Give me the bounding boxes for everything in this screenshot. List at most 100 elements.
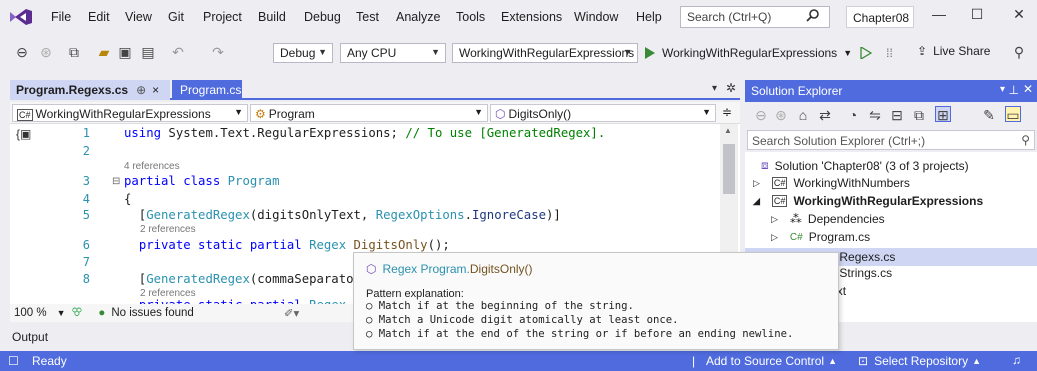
expand-arrow-icon[interactable]: ▷ — [771, 214, 778, 225]
start-without-debugging-icon[interactable] — [860, 47, 873, 59]
notifications-bell-icon[interactable]: ♫ — [1012, 353, 1021, 367]
minimize-icon[interactable]: — — [925, 6, 953, 26]
chevron-up-icon: ▲ — [972, 356, 982, 366]
save-all-icon[interactable]: ▤ — [140, 44, 156, 60]
menu-bar: File Edit View Git Project Build Debug T… — [0, 0, 1037, 34]
solution-explorer-header: Solution Explorer ▾ ⊥ ✕ — [745, 80, 1037, 102]
platform-value: Any CPU — [347, 46, 397, 60]
chevron-down-icon[interactable]: ▼ — [57, 308, 66, 318]
tree-item-workingwithregularexpressions[interactable]: ◢ C# WorkingWithRegularExpressions — [753, 194, 983, 208]
menu-file[interactable]: File — [51, 10, 71, 24]
solution-explorer-search-input[interactable]: Search Solution Explorer (Ctrl+;) ⚲ — [747, 130, 1035, 150]
new-project-icon[interactable]: ⧉ — [66, 44, 82, 60]
menu-project[interactable]: Project — [203, 10, 242, 24]
close-window-icon[interactable]: ✕ — [1005, 6, 1033, 26]
menu-edit[interactable]: Edit — [88, 10, 110, 24]
menu-tools[interactable]: Tools — [456, 10, 485, 24]
project-nav-select[interactable]: C# WorkingWithRegularExpressions ▼ — [12, 104, 248, 122]
menu-build[interactable]: Build — [258, 10, 286, 24]
sync-icon[interactable]: ⇋ — [867, 107, 883, 123]
menu-debug[interactable]: Debug — [304, 10, 341, 24]
select-repository-button[interactable]: ⊡ Select Repository ▲ — [858, 354, 981, 368]
live-share-button[interactable]: ⇪ Live Share — [917, 44, 990, 58]
tab-program[interactable]: Program.cs — [172, 80, 242, 100]
tree-item-program-cs[interactable]: ▷ C# Program.cs — [771, 230, 870, 244]
tab-program-regexs[interactable]: Program.Regexs.cs ⊕ × — [10, 80, 170, 100]
collapse-arrow-icon[interactable]: ◢ — [753, 196, 760, 207]
tooltip-explanation-line: ○ Match if at the end of the string or i… — [366, 328, 794, 340]
back-icon[interactable]: ⊖ — [14, 44, 30, 60]
tooltip-explanation-line: ○ Match if at the beginning of the strin… — [366, 300, 634, 312]
zoom-level[interactable]: 100 % — [14, 307, 47, 319]
collapse-all-icon[interactable]: ⊟ — [889, 107, 905, 123]
scroll-up-icon[interactable]: ▲ — [724, 126, 732, 135]
method-icon: ⬡ — [366, 262, 377, 276]
menu-git[interactable]: Git — [168, 10, 184, 24]
pin-icon[interactable]: ⊕ — [136, 83, 146, 97]
tree-item-dependencies[interactable]: ▷ ⁂ Dependencies — [771, 212, 885, 226]
line-number: 4 — [82, 192, 90, 206]
copilot-icon[interactable]: ꕢ — [72, 307, 83, 320]
code-line-3: partial class Program — [124, 174, 280, 188]
search-icon[interactable] — [805, 8, 821, 24]
menu-analyze[interactable]: Analyze — [396, 10, 440, 24]
platform-select[interactable]: Any CPU ▼ — [340, 43, 446, 63]
output-window-icon[interactable]: ☐ — [8, 354, 19, 368]
output-tab[interactable]: Output — [12, 330, 48, 344]
expand-arrow-icon[interactable]: ▷ — [753, 178, 760, 189]
preview-selected-items-icon[interactable]: ⊞ — [935, 106, 951, 123]
split-window-icon[interactable]: ≑ — [722, 105, 732, 119]
add-to-source-control-button[interactable]: Add to Source Control ▲ — [706, 354, 837, 368]
project-nav-value: WorkingWithRegularExpressions — [35, 107, 211, 121]
maximize-icon[interactable]: ☐ — [963, 6, 991, 26]
solution-explorer-toolbar: ⊖ ⊛ ⌂ ⇄ ◔ ⇋ ⊟ ⧉ ⊞ ✎ ▭ — [745, 102, 1037, 128]
save-icon[interactable]: ▣ — [117, 44, 133, 60]
menu-window[interactable]: Window — [574, 10, 618, 24]
pin-panel-icon[interactable]: ⊥ — [1009, 83, 1019, 97]
tree-item-workingwithnumbers[interactable]: ▷ C# WorkingWithNumbers — [753, 176, 910, 190]
panel-menu-icon[interactable]: ▾ — [1000, 84, 1005, 95]
close-panel-icon[interactable]: ✕ — [1023, 82, 1033, 96]
properties-wrench-icon[interactable]: ✎ — [981, 107, 997, 123]
menu-test[interactable]: Test — [356, 10, 379, 24]
configuration-select[interactable]: Debug ▼ — [273, 43, 333, 63]
forward-icon[interactable]: ⊛ — [773, 107, 789, 123]
visual-studio-logo-icon — [10, 9, 32, 25]
home-icon[interactable]: ⌂ — [795, 107, 811, 123]
forward-icon[interactable]: ⊛ — [38, 44, 54, 60]
tree-item-solution[interactable]: ⧈ Solution 'Chapter08' (3 of 3 projects) — [761, 158, 969, 173]
undo-icon[interactable]: ↶ — [170, 44, 186, 60]
tab-label: Program.cs — [180, 83, 242, 97]
member-nav-select[interactable]: ⬡ DigitsOnly() ▼ — [490, 104, 716, 122]
code-lens-references[interactable]: 4 references — [124, 161, 180, 172]
menu-extensions[interactable]: Extensions — [501, 10, 562, 24]
start-debugging-button[interactable]: WorkingWithRegularExpressions ▼ ⁞⁞ — [644, 44, 893, 62]
menu-help[interactable]: Help — [636, 10, 662, 24]
close-tab-icon[interactable]: × — [152, 83, 159, 97]
add-to-source-control-label: Add to Source Control — [706, 354, 825, 368]
class-nav-select[interactable]: ⚙ Program ▼ — [250, 104, 488, 122]
quick-actions-icon[interactable]: {▣ — [16, 127, 31, 141]
issues-status[interactable]: No issues found — [111, 307, 193, 319]
hot-reload-icon[interactable]: ⁞⁞ — [886, 46, 893, 60]
expand-arrow-icon[interactable]: ▷ — [771, 232, 778, 243]
feedback-icon[interactable]: ⚲ — [1011, 44, 1027, 60]
separator: | — [692, 354, 696, 368]
code-lens-references[interactable]: 2 references — [140, 224, 196, 235]
switch-views-icon[interactable]: ⇄ — [817, 107, 833, 123]
back-icon[interactable]: ⊖ — [753, 107, 769, 123]
tree-item-label: WorkingWithRegularExpressions — [793, 194, 984, 208]
redo-icon[interactable]: ↷ — [210, 44, 226, 60]
tab-list-dropdown-icon[interactable]: ▾ — [712, 83, 717, 94]
menu-view[interactable]: View — [125, 10, 152, 24]
open-folder-icon[interactable]: ▰ — [96, 44, 112, 60]
scrollbar-thumb[interactable] — [723, 144, 735, 194]
pin-view-icon[interactable]: ▭ — [1005, 106, 1021, 123]
pending-changes-filter-icon[interactable]: ◔ — [845, 107, 861, 123]
code-line-1: using System.Text.RegularExpressions; //… — [124, 126, 606, 140]
startup-project-select[interactable]: WorkingWithRegularExpressions ▼ — [452, 43, 638, 63]
collapse-icon[interactable]: ⊟ — [112, 176, 120, 187]
show-all-files-icon[interactable]: ⧉ — [911, 107, 927, 123]
cleanup-brush-icon[interactable]: ✐▾ — [284, 306, 299, 320]
settings-gear-icon[interactable]: ✲ — [726, 81, 736, 95]
